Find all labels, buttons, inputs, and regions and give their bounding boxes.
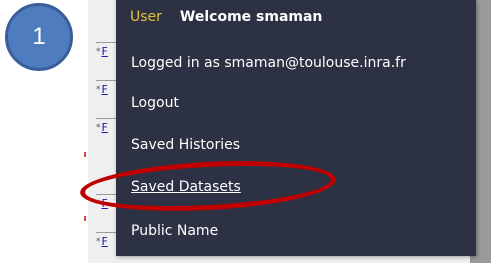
row-star: * xyxy=(96,237,101,247)
public-name-menu-item[interactable]: Public Name xyxy=(131,222,218,240)
step-number-callout: 1 xyxy=(5,3,73,71)
row-link[interactable]: F xyxy=(102,235,108,248)
saved-histories-menu-item[interactable]: Saved Histories xyxy=(131,136,240,154)
background-marker xyxy=(84,216,86,221)
welcome-text: Welcome smaman xyxy=(179,9,323,25)
row-link[interactable]: F xyxy=(102,45,108,58)
row-star: * xyxy=(96,123,101,133)
row-star: * xyxy=(96,47,101,57)
row-link[interactable]: F xyxy=(102,197,108,210)
logout-menu-item[interactable]: Logout xyxy=(131,94,179,112)
row-star: * xyxy=(96,85,101,95)
saved-datasets-menu-item[interactable]: Saved Datasets xyxy=(131,178,241,196)
row-star: * xyxy=(96,199,101,209)
menu-header: User Welcome smaman xyxy=(130,8,322,26)
user-menu-label[interactable]: User xyxy=(130,9,162,25)
background-marker xyxy=(84,152,86,157)
row-link[interactable]: F xyxy=(102,83,108,96)
user-dropdown-menu: User Welcome smaman Logged in as smaman@t… xyxy=(116,0,476,256)
logged-in-as-text: Logged in as smaman@toulouse.inra.fr xyxy=(131,55,406,71)
row-link[interactable]: F xyxy=(102,121,108,134)
